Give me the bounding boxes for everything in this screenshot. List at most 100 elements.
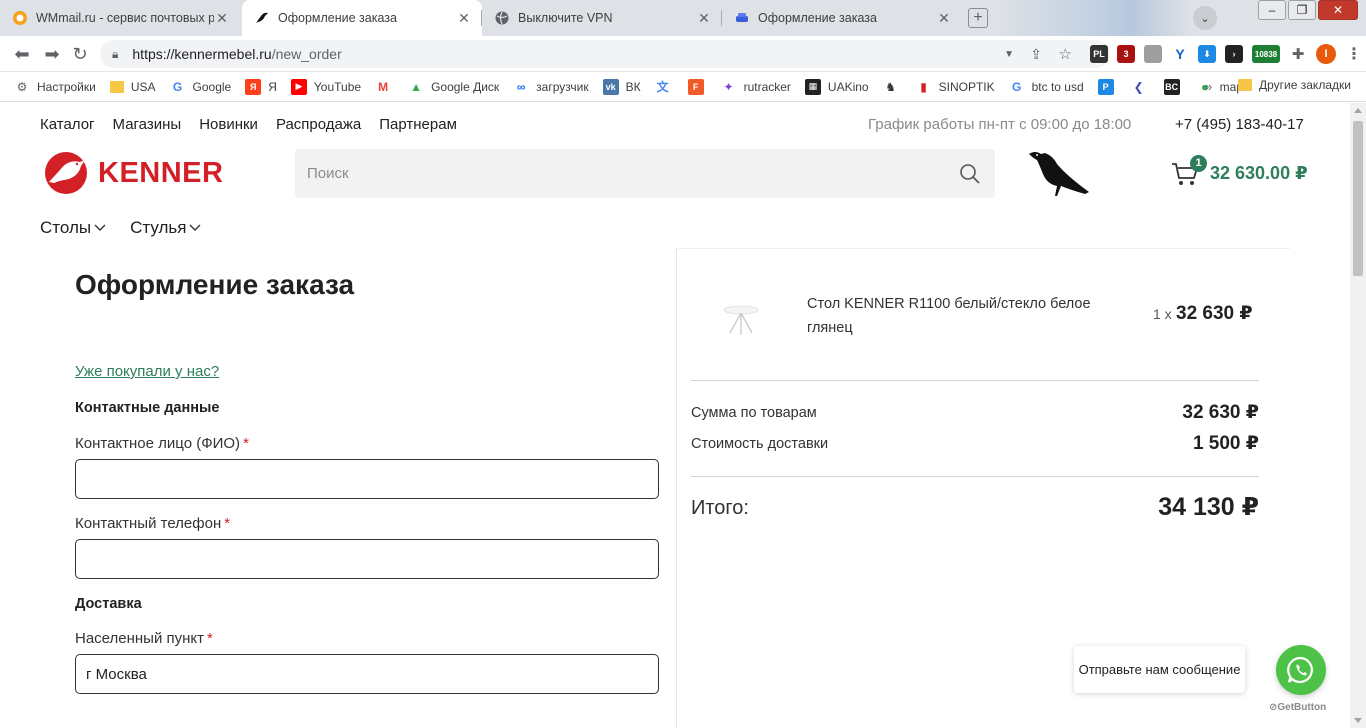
bookmark-item[interactable]: P [1097, 78, 1121, 95]
bookmark-item[interactable]: ЯЯ [245, 78, 277, 95]
arrow-left-icon: ❮ [1133, 79, 1144, 94]
window-controls: – ❐ ✕ [1256, 0, 1358, 20]
close-icon[interactable]: ✕ [456, 10, 472, 26]
scroll-up-icon[interactable] [1354, 108, 1362, 113]
ublock-extension-icon[interactable]: 3 [1117, 45, 1135, 63]
chevron-down-icon [94, 224, 106, 231]
bookmark-item[interactable]: ♞ [883, 79, 906, 95]
blurred-tab-area [995, 0, 1190, 36]
bookmark-item[interactable]: ⚙ Настройки [14, 79, 96, 95]
download-extension-icon[interactable]: ⬇ [1198, 45, 1216, 63]
bookmark-item[interactable]: F [687, 78, 711, 95]
scroll-down-icon[interactable] [1354, 718, 1362, 723]
bookmark-item[interactable]: Gbtc to usd [1009, 79, 1084, 95]
profile-avatar[interactable]: I [1316, 44, 1336, 64]
category-label: Стулья [130, 218, 187, 237]
bookmark-item[interactable]: ▶ YouTube [290, 78, 362, 95]
tab-search-button[interactable]: ⌄ [1193, 6, 1217, 30]
pl-extension-icon[interactable]: PL [1090, 45, 1108, 63]
category-chairs[interactable]: Стулья [130, 218, 201, 238]
y-extension-icon[interactable]: Y [1171, 45, 1189, 63]
briefcase-extension-icon[interactable] [1144, 45, 1162, 63]
logo-text: KENNER [98, 156, 224, 189]
bookmark-item[interactable]: ▲ Google Диск [408, 79, 499, 95]
address-bar[interactable]: 🔒︎ https://kennermebel.ru/new_order ▼ ⇪ … [100, 40, 1110, 68]
browser-tab[interactable]: Оформление заказа ✕ [722, 0, 962, 36]
bookmark-item[interactable]: ▮ SINOPTIK [916, 79, 994, 95]
bookmark-item[interactable]: ✦ rutracker [721, 79, 791, 95]
bookmark-item[interactable]: USA [109, 80, 156, 94]
f-icon: F [687, 78, 704, 95]
close-window-button[interactable]: ✕ [1318, 0, 1358, 20]
nav-catalog[interactable]: Каталог [40, 116, 95, 133]
browser-tab[interactable]: Выключите VPN ✕ [482, 0, 722, 36]
search-icon[interactable] [959, 163, 981, 185]
other-bookmarks-folder[interactable]: Другие закладки [1238, 78, 1351, 92]
reload-icon[interactable]: ↻ [70, 44, 90, 64]
search-input[interactable]: Поиск [295, 149, 995, 198]
chat-prompt-bubble[interactable]: Отправьте нам сообщение [1074, 646, 1245, 693]
bookmark-item[interactable]: M [375, 79, 398, 95]
cart-button[interactable]: 1 32 630.00 ₽ [1170, 155, 1308, 188]
product-thumbnail[interactable] [720, 303, 762, 337]
phone-number[interactable]: +7 (495) 183-40-17 [1175, 116, 1304, 133]
goods-sum-label: Сумма по товарам [691, 405, 817, 421]
nav-sale[interactable]: Распродажа [276, 116, 361, 133]
bookmark-item[interactable]: ❮ [1131, 79, 1154, 95]
summary-divider [691, 380, 1259, 381]
close-icon[interactable]: ✕ [936, 10, 952, 26]
bookmark-item[interactable]: ∞ загрузчик [513, 79, 589, 95]
star-icon[interactable]: ☆ [1059, 45, 1072, 63]
required-mark: * [224, 515, 231, 532]
browser-tab-active[interactable]: Оформление заказа ✕ [242, 0, 482, 36]
thermometer-icon: ▮ [920, 79, 927, 94]
bookmark-label: YouTube [313, 79, 362, 94]
name-field[interactable] [75, 459, 659, 499]
product-name[interactable]: Стол KENNER R1100 белый/стекло белое гля… [807, 292, 1127, 340]
counter-extension-icon[interactable]: 10838 [1252, 45, 1280, 63]
forward-icon[interactable]: ➡ [42, 44, 62, 64]
infinity-icon: ∞ [516, 79, 526, 94]
nav-partners[interactable]: Партнерам [379, 116, 457, 133]
bookmark-item[interactable]: 文 [655, 79, 678, 95]
total-value: 34 130 ₽ [1158, 493, 1259, 521]
minimize-button[interactable]: – [1258, 0, 1286, 20]
city-field[interactable]: г Москва [75, 654, 659, 694]
close-icon[interactable]: ✕ [696, 10, 712, 26]
dropdown-icon[interactable]: ▼ [1004, 49, 1014, 60]
getbutton-brand[interactable]: ⊘GetButton [1269, 702, 1326, 713]
yandex-icon: Я [245, 78, 262, 95]
menu-icon[interactable]: ⋮ [1345, 45, 1363, 63]
returning-customer-link[interactable]: Уже покупали у нас? [75, 363, 219, 380]
cart-total: 32 630.00 ₽ [1210, 162, 1308, 183]
share-icon[interactable]: ⇪ [1030, 46, 1042, 63]
whatsapp-button[interactable] [1276, 645, 1326, 695]
back-icon[interactable]: ⬅ [12, 44, 32, 64]
working-hours: График работы пн-пт с 09:00 до 18:00 [868, 116, 1132, 133]
maximize-button[interactable]: ❐ [1288, 0, 1316, 20]
p-icon: P [1097, 78, 1114, 95]
page-scrollbar[interactable] [1350, 103, 1366, 728]
nav-new[interactable]: Новинки [199, 116, 258, 133]
bookmark-item[interactable]: vk ВК [602, 78, 641, 95]
nav-stores[interactable]: Магазины [113, 116, 182, 133]
bookmark-label: загрузчик [536, 79, 589, 94]
phone-field[interactable] [75, 539, 659, 579]
scroll-thumb[interactable] [1353, 121, 1363, 276]
puzzle-icon[interactable]: ✚ [1289, 45, 1307, 63]
bookmark-item[interactable]: G Google [170, 79, 231, 95]
category-tables[interactable]: Столы [40, 218, 106, 238]
browser-tab[interactable]: WMmail.ru - сервис почтовых рассылок ✕ [0, 0, 240, 36]
bookmark-item[interactable]: BC [1163, 78, 1187, 95]
label-text: Контактный телефон [75, 515, 222, 532]
terminal-extension-icon[interactable]: › [1225, 45, 1243, 63]
pl-badge: PL [1093, 49, 1105, 59]
bookmarks-overflow-button[interactable]: » [1205, 79, 1212, 94]
phone-label: Контактный телефон * [75, 515, 230, 532]
new-tab-button[interactable]: + [968, 8, 988, 28]
bookmark-item[interactable]: ▦ UAKino [804, 78, 869, 95]
whatsapp-icon [1287, 656, 1313, 684]
close-icon[interactable]: ✕ [214, 10, 230, 26]
kenner-logo[interactable]: KENNER [40, 150, 223, 196]
name-label: Контактное лицо (ФИО) * [75, 435, 249, 452]
